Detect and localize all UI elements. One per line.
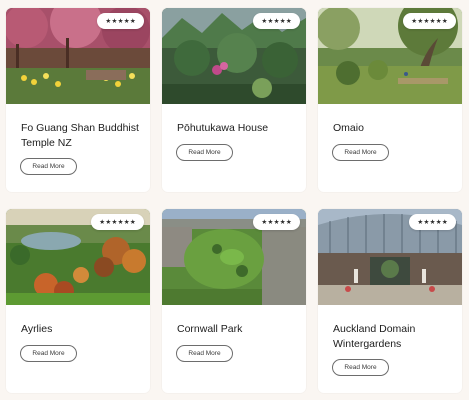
read-more-button[interactable]: Read More (20, 158, 77, 175)
aerial-park-photo[interactable]: ★★★★★ (162, 209, 306, 305)
wintergarden-photo[interactable]: ★★★★★ (318, 209, 462, 305)
attraction-card: ★★★★★★ Ayrlies Read More (6, 209, 150, 393)
read-more-button[interactable]: Read More (20, 344, 77, 362)
card-title[interactable]: Cornwall Park (177, 322, 297, 337)
temple-garden-photo[interactable]: ★★★★★ (6, 8, 150, 104)
read-more-button[interactable]: Read More (332, 143, 389, 161)
glasshouse-plants-photo[interactable]: ★★★★★ (162, 8, 306, 104)
read-more-button[interactable]: Read More (176, 344, 233, 362)
card-title[interactable]: Auckland Domain Wintergardens (333, 322, 453, 351)
read-more-button[interactable]: Read More (176, 143, 233, 161)
rating-badge: ★★★★★ (409, 214, 456, 230)
rating-badge: ★★★★★★ (91, 214, 144, 230)
card-title[interactable]: Fo Guang Shan Buddhist Temple NZ (21, 121, 141, 150)
attraction-card: ★★★★★ Cornwall Park Read More (162, 209, 306, 393)
attraction-card: ★★★★★ Auckland Domain Wintergardens Read… (318, 209, 462, 393)
attractions-grid: ★★★★★ Fo Guang Shan Buddhist Temple NZ R… (0, 0, 469, 400)
rating-badge: ★★★★★ (253, 214, 300, 230)
rating-badge: ★★★★★ (97, 13, 144, 29)
attraction-card: ★★★★★★ Omaio Read More (318, 8, 462, 192)
rating-badge: ★★★★★★ (403, 13, 456, 29)
card-title[interactable]: Omaio (333, 121, 453, 136)
attraction-card: ★★★★★ Fo Guang Shan Buddhist Temple NZ R… (6, 8, 150, 192)
card-title[interactable]: Ayrlies (21, 322, 141, 337)
card-title[interactable]: Pōhutukawa House (177, 121, 297, 136)
attraction-card: ★★★★★ Pōhutukawa House Read More (162, 8, 306, 192)
read-more-button[interactable]: Read More (332, 359, 389, 376)
rating-badge: ★★★★★ (253, 13, 300, 29)
landscape-lake-photo[interactable]: ★★★★★★ (6, 209, 150, 305)
garden-tree-photo[interactable]: ★★★★★★ (318, 8, 462, 104)
